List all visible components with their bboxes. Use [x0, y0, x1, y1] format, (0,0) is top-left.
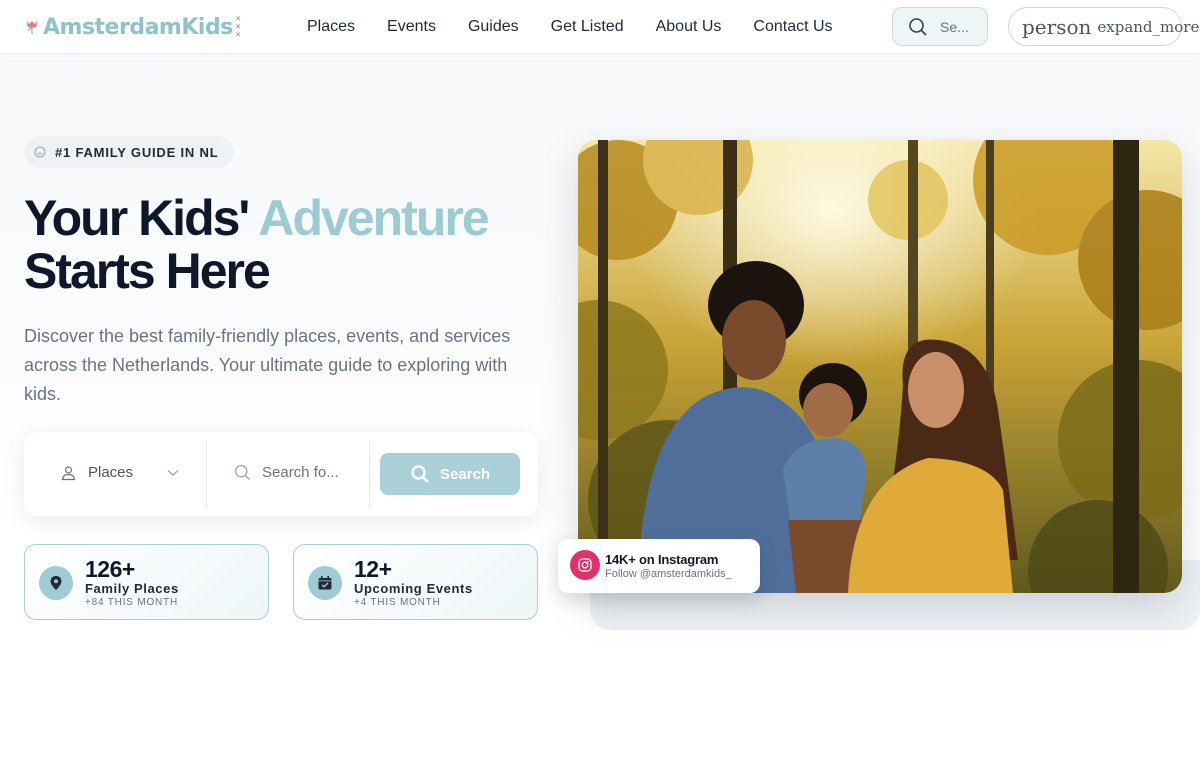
search-button[interactable]: Search	[380, 453, 520, 495]
category-select[interactable]: Places	[60, 464, 133, 481]
stat-label: Upcoming Events	[354, 581, 473, 596]
instagram-title: 14K+ on Instagram	[605, 552, 719, 567]
headline-part2: Starts Here	[24, 243, 271, 299]
stat-subtext: +84 THIS MONTH	[85, 597, 178, 608]
instagram-icon-circle	[570, 550, 600, 580]
stat-card-events[interactable]: 12+ Upcoming Events +4 THIS MONTH	[293, 544, 538, 620]
tulip-icon	[26, 21, 38, 34]
instagram-card[interactable]: 14K+ on Instagram Follow @amsterdamkids_	[558, 539, 760, 593]
smile-icon	[34, 146, 46, 158]
nav-about-us[interactable]: About Us	[656, 17, 722, 37]
chevron-down-icon[interactable]	[167, 469, 179, 477]
stat-card-places[interactable]: 126+ Family Places +84 THIS MONTH	[24, 544, 269, 620]
nav-events[interactable]: Events	[387, 17, 436, 37]
category-select-value: Places	[88, 464, 134, 481]
hero-headline: Your Kids' Adventure Starts Here	[24, 192, 564, 298]
stat-number: 126+	[85, 556, 135, 582]
site-header: AmsterdamKids × × × Places Events Guides G…	[0, 0, 1200, 54]
search-button-label: Search	[439, 465, 491, 483]
family-in-forest-photo	[578, 140, 1182, 593]
expand-more-icon: expand_more	[1097, 17, 1200, 36]
map-pin-user-icon	[61, 466, 76, 481]
search-icon	[411, 465, 429, 483]
person-icon: person	[1022, 14, 1092, 39]
stat-icon-circle	[39, 566, 73, 600]
stat-number: 12+	[354, 556, 392, 582]
header-search-placeholder: Se...	[940, 18, 969, 35]
location-pin-icon	[50, 576, 62, 590]
divider	[206, 440, 207, 508]
headline-accent: Adventure	[258, 190, 489, 246]
nav-places[interactable]: Places	[307, 17, 355, 37]
header-search[interactable]: Se...	[892, 7, 988, 46]
brand-logo[interactable]: AmsterdamKids × × ×	[24, 12, 240, 42]
search-icon	[909, 17, 927, 36]
brand-logo-text: AmsterdamKids	[43, 14, 233, 40]
hero-subtext: Discover the best family-friendly places…	[24, 326, 511, 404]
stat-subtext: +4 THIS MONTH	[354, 597, 441, 608]
instagram-icon	[578, 558, 592, 572]
nav-contact-us[interactable]: Contact Us	[753, 17, 832, 37]
stat-icon-circle	[308, 566, 342, 600]
headline-part1: Your Kids'	[24, 190, 250, 246]
account-menu-button[interactable]: person expand_more	[1008, 7, 1199, 46]
nav-guides[interactable]: Guides	[468, 17, 519, 37]
hero-search-card: Places Search fo... Search	[24, 432, 538, 516]
calendar-check-icon	[318, 576, 332, 590]
search-icon	[234, 464, 250, 480]
main-nav: Places Events Guides Get Listed About Us…	[307, 17, 865, 37]
hero-badge-text: #1 FAMILY GUIDE IN NL	[55, 144, 219, 160]
instagram-handle: Follow @amsterdamkids_	[605, 568, 732, 580]
nav-get-listed[interactable]: Get Listed	[551, 17, 624, 37]
hero-badge: #1 FAMILY GUIDE IN NL	[24, 136, 234, 168]
stat-label: Family Places	[85, 581, 179, 596]
brand-logo-mark: × × ×	[235, 14, 241, 39]
divider	[369, 440, 370, 508]
hero-search-placeholder: Search fo...	[262, 464, 339, 481]
hero-search-input[interactable]: Search fo...	[234, 464, 339, 481]
